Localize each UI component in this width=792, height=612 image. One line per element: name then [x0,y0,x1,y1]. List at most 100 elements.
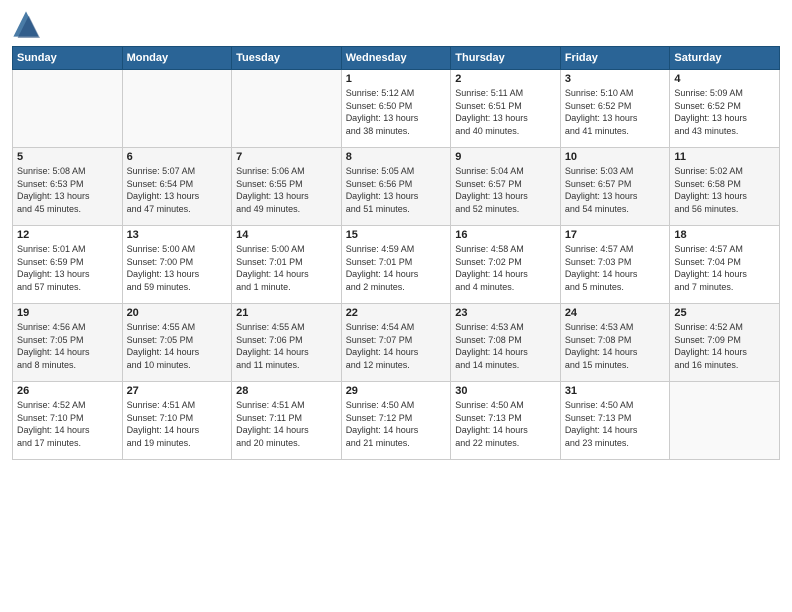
calendar-day-25: 25 Sunrise: 4:52 AM Sunset: 7:09 PM Dayli… [670,304,780,382]
day-info: Sunrise: 5:04 AM Sunset: 6:57 PM Dayligh… [455,165,556,215]
calendar-day-22: 22 Sunrise: 4:54 AM Sunset: 7:07 PM Dayli… [341,304,451,382]
day-number: 22 [346,307,447,319]
day-info: Sunrise: 4:54 AM Sunset: 7:07 PM Dayligh… [346,321,447,371]
day-info: Sunrise: 4:50 AM Sunset: 7:13 PM Dayligh… [565,399,666,449]
day-number: 17 [565,229,666,241]
day-number: 24 [565,307,666,319]
page: SundayMondayTuesdayWednesdayThursdayFrid… [0,0,792,612]
day-info: Sunrise: 4:57 AM Sunset: 7:04 PM Dayligh… [674,243,775,293]
day-number: 9 [455,151,556,163]
calendar-day-6: 6 Sunrise: 5:07 AM Sunset: 6:54 PM Daylig… [122,148,232,226]
day-number: 5 [17,151,118,163]
day-number: 30 [455,385,556,397]
calendar-day-18: 18 Sunrise: 4:57 AM Sunset: 7:04 PM Dayli… [670,226,780,304]
calendar-day-5: 5Sunrise: 5:08 AM Sunset: 6:53 PM Daylig… [13,148,123,226]
day-number: 21 [236,307,337,319]
calendar-day-15: 15Sunrise: 4:59 AM Sunset: 7:01 PM Dayli… [341,226,451,304]
day-info: Sunrise: 4:51 AM Sunset: 7:10 PM Dayligh… [127,399,228,449]
day-number: 16 [455,229,556,241]
calendar-empty-cell [670,382,780,460]
day-info: Sunrise: 5:06 AM Sunset: 6:55 PM Dayligh… [236,165,337,215]
calendar-empty-cell [232,70,342,148]
calendar-day-4: 4 Sunrise: 5:09 AM Sunset: 6:52 PM Daylig… [670,70,780,148]
day-number: 6 [127,151,228,163]
day-number: 1 [346,73,447,85]
calendar-week-row: 5Sunrise: 5:08 AM Sunset: 6:53 PM Daylig… [13,148,780,226]
day-info: Sunrise: 5:05 AM Sunset: 6:56 PM Dayligh… [346,165,447,215]
day-info: Sunrise: 5:12 AM Sunset: 6:50 PM Dayligh… [346,87,447,137]
calendar-empty-cell [122,70,232,148]
day-info: Sunrise: 5:03 AM Sunset: 6:57 PM Dayligh… [565,165,666,215]
day-number: 19 [17,307,118,319]
weekday-header-row: SundayMondayTuesdayWednesdayThursdayFrid… [13,47,780,70]
day-number: 26 [17,385,118,397]
day-number: 2 [455,73,556,85]
calendar-day-27: 27 Sunrise: 4:51 AM Sunset: 7:10 PM Dayli… [122,382,232,460]
day-info: Sunrise: 4:55 AM Sunset: 7:05 PM Dayligh… [127,321,228,371]
day-number: 4 [674,73,775,85]
logo-icon [12,10,40,38]
day-info: Sunrise: 4:58 AM Sunset: 7:02 PM Dayligh… [455,243,556,293]
calendar-day-30: 30 Sunrise: 4:50 AM Sunset: 7:13 PM Dayli… [451,382,561,460]
day-info: Sunrise: 4:53 AM Sunset: 7:08 PM Dayligh… [455,321,556,371]
calendar-day-31: 31Sunrise: 4:50 AM Sunset: 7:13 PM Dayli… [560,382,670,460]
day-info: Sunrise: 4:57 AM Sunset: 7:03 PM Dayligh… [565,243,666,293]
weekday-header-sunday: Sunday [13,47,123,70]
day-number: 18 [674,229,775,241]
day-number: 3 [565,73,666,85]
day-number: 25 [674,307,775,319]
weekday-header-friday: Friday [560,47,670,70]
day-info: Sunrise: 4:52 AM Sunset: 7:10 PM Dayligh… [17,399,118,449]
day-number: 10 [565,151,666,163]
day-info: Sunrise: 4:53 AM Sunset: 7:08 PM Dayligh… [565,321,666,371]
calendar-day-23: 23 Sunrise: 4:53 AM Sunset: 7:08 PM Dayli… [451,304,561,382]
calendar-empty-cell [13,70,123,148]
calendar-day-10: 10 Sunrise: 5:03 AM Sunset: 6:57 PM Dayli… [560,148,670,226]
logo [12,10,42,38]
day-number: 11 [674,151,775,163]
calendar-day-24: 24 Sunrise: 4:53 AM Sunset: 7:08 PM Dayli… [560,304,670,382]
day-info: Sunrise: 4:50 AM Sunset: 7:13 PM Dayligh… [455,399,556,449]
calendar-day-7: 7 Sunrise: 5:06 AM Sunset: 6:55 PM Daylig… [232,148,342,226]
day-info: Sunrise: 4:52 AM Sunset: 7:09 PM Dayligh… [674,321,775,371]
calendar-table: SundayMondayTuesdayWednesdayThursdayFrid… [12,46,780,460]
calendar-day-29: 29 Sunrise: 4:50 AM Sunset: 7:12 PM Dayli… [341,382,451,460]
day-info: Sunrise: 4:50 AM Sunset: 7:12 PM Dayligh… [346,399,447,449]
day-number: 27 [127,385,228,397]
calendar-day-16: 16 Sunrise: 4:58 AM Sunset: 7:02 PM Dayli… [451,226,561,304]
day-number: 14 [236,229,337,241]
day-info: Sunrise: 5:10 AM Sunset: 6:52 PM Dayligh… [565,87,666,137]
day-info: Sunrise: 5:07 AM Sunset: 6:54 PM Dayligh… [127,165,228,215]
day-info: Sunrise: 5:09 AM Sunset: 6:52 PM Dayligh… [674,87,775,137]
calendar-day-11: 11 Sunrise: 5:02 AM Sunset: 6:58 PM Dayli… [670,148,780,226]
calendar-day-1: 1 Sunrise: 5:12 AM Sunset: 6:50 PM Daylig… [341,70,451,148]
day-number: 13 [127,229,228,241]
calendar-day-9: 9 Sunrise: 5:04 AM Sunset: 6:57 PM Daylig… [451,148,561,226]
day-number: 15 [346,229,447,241]
day-number: 29 [346,385,447,397]
day-number: 28 [236,385,337,397]
calendar-day-28: 28 Sunrise: 4:51 AM Sunset: 7:11 PM Dayli… [232,382,342,460]
day-number: 23 [455,307,556,319]
day-info: Sunrise: 5:00 AM Sunset: 7:01 PM Dayligh… [236,243,337,293]
day-number: 12 [17,229,118,241]
calendar-day-2: 2Sunrise: 5:11 AM Sunset: 6:51 PM Daylig… [451,70,561,148]
calendar-week-row: 26 Sunrise: 4:52 AM Sunset: 7:10 PM Dayli… [13,382,780,460]
calendar-day-14: 14 Sunrise: 5:00 AM Sunset: 7:01 PM Dayli… [232,226,342,304]
weekday-header-thursday: Thursday [451,47,561,70]
weekday-header-tuesday: Tuesday [232,47,342,70]
day-number: 7 [236,151,337,163]
day-info: Sunrise: 4:51 AM Sunset: 7:11 PM Dayligh… [236,399,337,449]
day-info: Sunrise: 5:02 AM Sunset: 6:58 PM Dayligh… [674,165,775,215]
day-number: 8 [346,151,447,163]
calendar-day-3: 3 Sunrise: 5:10 AM Sunset: 6:52 PM Daylig… [560,70,670,148]
calendar-day-17: 17 Sunrise: 4:57 AM Sunset: 7:03 PM Dayli… [560,226,670,304]
day-info: Sunrise: 4:55 AM Sunset: 7:06 PM Dayligh… [236,321,337,371]
weekday-header-monday: Monday [122,47,232,70]
day-number: 20 [127,307,228,319]
header [12,10,780,38]
calendar-day-21: 21 Sunrise: 4:55 AM Sunset: 7:06 PM Dayli… [232,304,342,382]
calendar-day-20: 20 Sunrise: 4:55 AM Sunset: 7:05 PM Dayli… [122,304,232,382]
day-info: Sunrise: 5:00 AM Sunset: 7:00 PM Dayligh… [127,243,228,293]
weekday-header-saturday: Saturday [670,47,780,70]
